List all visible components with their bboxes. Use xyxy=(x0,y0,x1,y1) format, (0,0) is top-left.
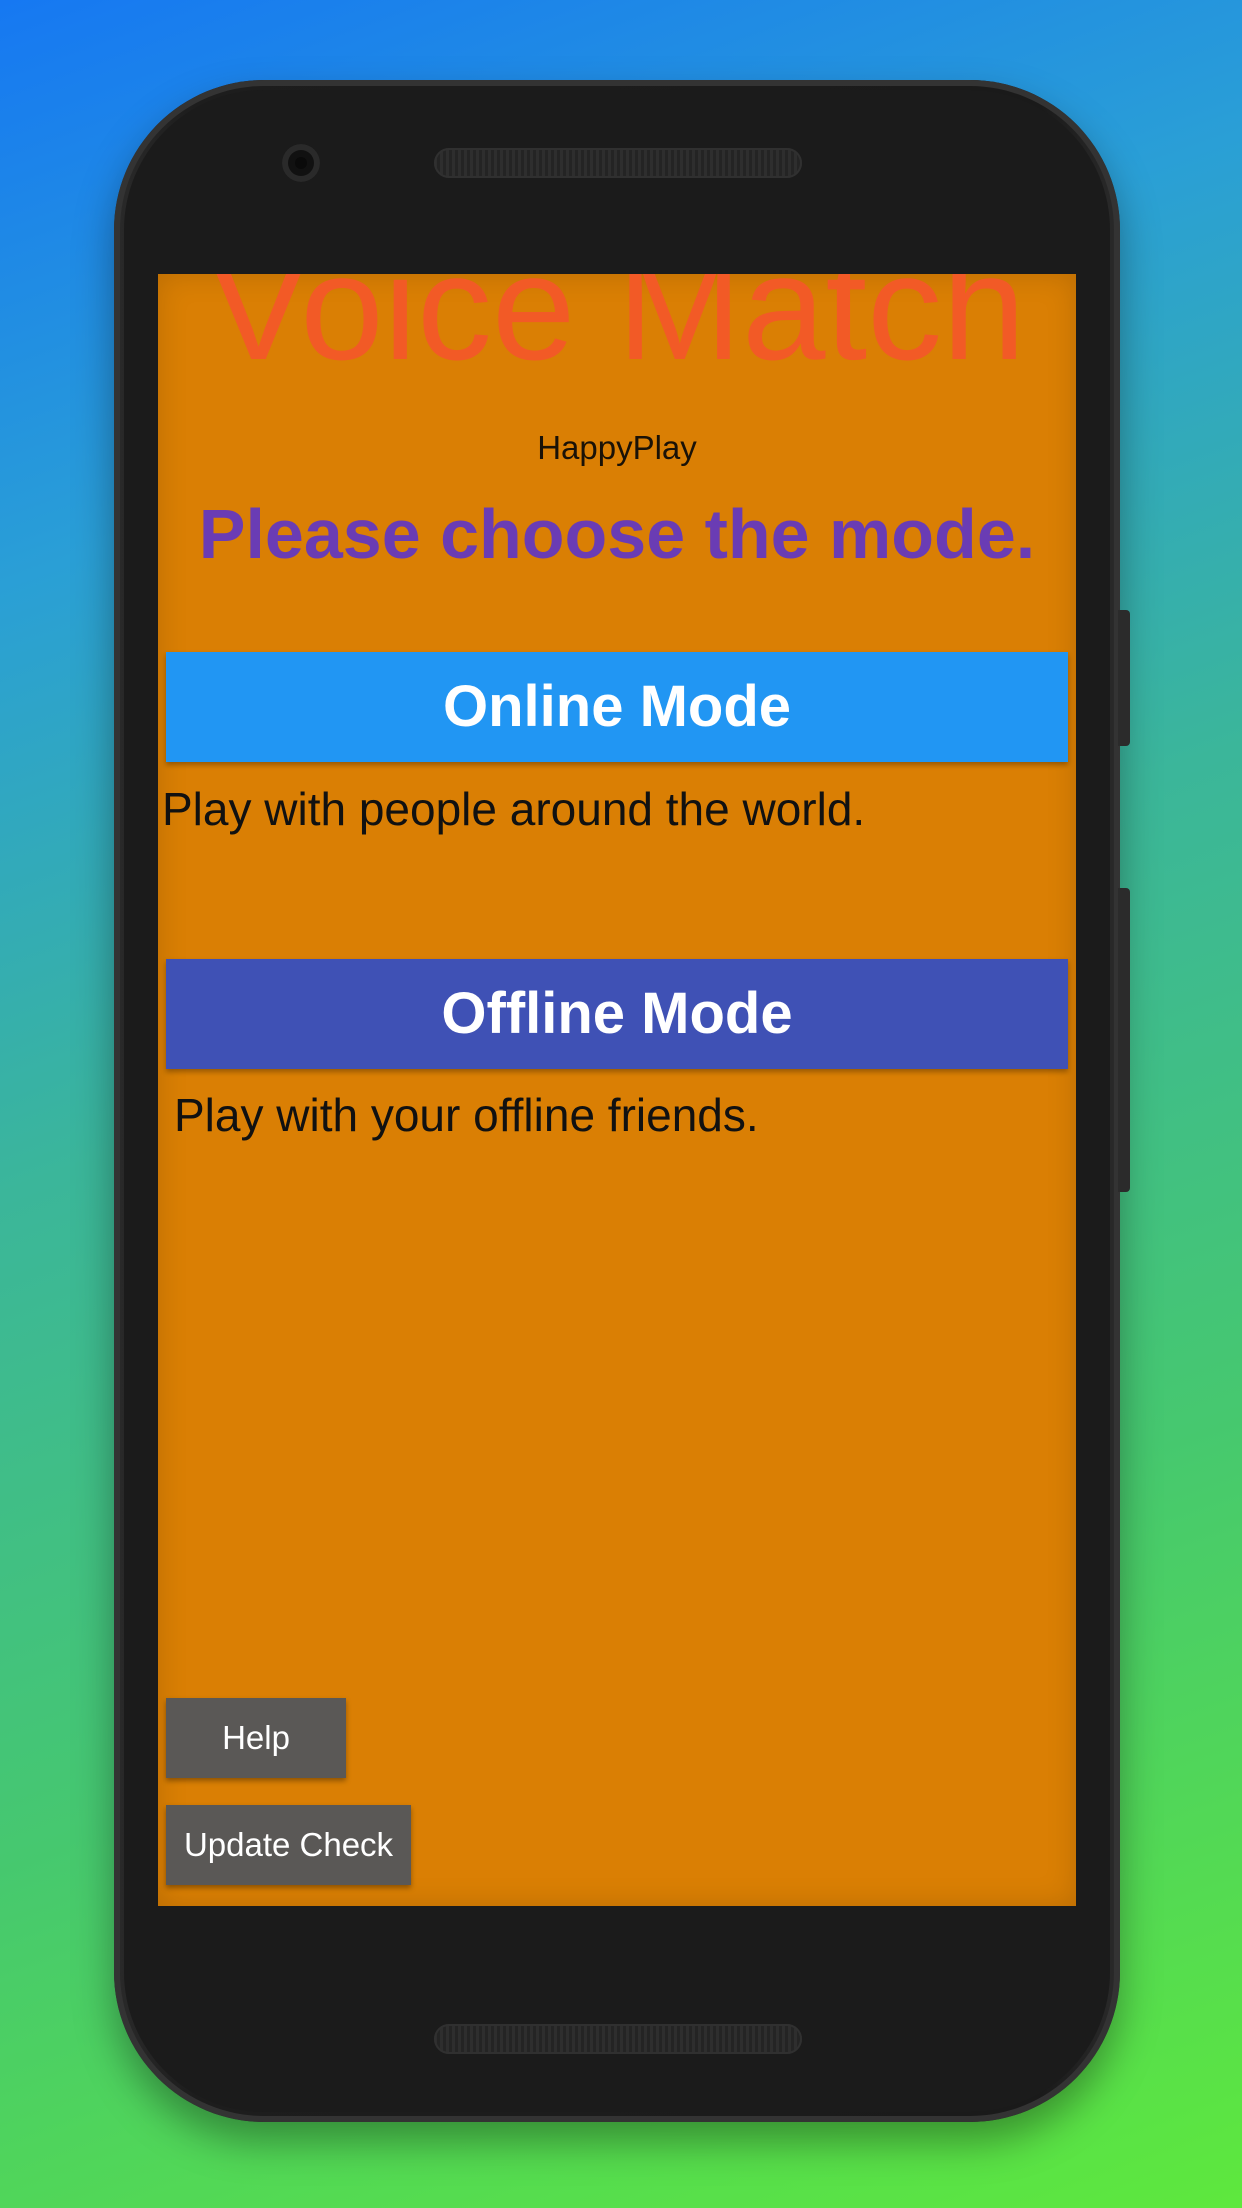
volume-button xyxy=(1118,888,1130,1192)
update-check-button[interactable]: Update Check xyxy=(166,1805,411,1885)
online-mode-description: Play with people around the world. xyxy=(162,783,866,835)
app-subtitle: HappyPlay xyxy=(537,429,697,466)
mode-prompt: Please choose the mode. xyxy=(198,495,1036,573)
bottom-speaker-grille xyxy=(434,2024,802,2054)
app-screen: Voice Match HappyPlay Please choose the … xyxy=(158,274,1076,1906)
app-title: Voice Match xyxy=(208,274,1026,391)
help-button[interactable]: Help xyxy=(166,1698,346,1778)
offline-mode-button[interactable]: Offline Mode xyxy=(166,959,1068,1069)
offline-mode-description: Play with your offline friends. xyxy=(174,1089,759,1141)
top-speaker-grille xyxy=(434,148,802,178)
power-button xyxy=(1118,610,1130,746)
front-camera-icon xyxy=(282,144,320,182)
online-mode-button[interactable]: Online Mode xyxy=(166,652,1068,762)
